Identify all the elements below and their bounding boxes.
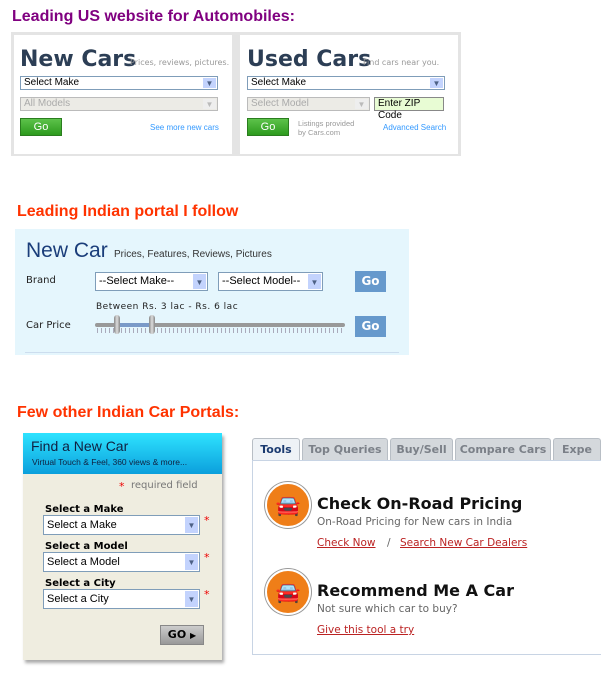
us-heading: Leading US website for Automobiles:: [12, 8, 295, 25]
select-make[interactable]: Select Make ▼: [247, 76, 445, 90]
model-label: Select a Model: [45, 541, 128, 552]
car-price-label: Car Price: [26, 320, 71, 331]
select-city[interactable]: Select a City ▼: [43, 589, 200, 609]
used-cars-panel: Used Cars Find cars near you. Select Mak…: [240, 35, 458, 154]
select-value: Select a Make: [47, 519, 117, 531]
select-value: --Select Make--: [99, 275, 175, 287]
listings-text: Listings provided by Cars.com: [298, 119, 355, 137]
search-dealers-link[interactable]: Search New Car Dealers: [400, 537, 527, 549]
new-car-title: New Car: [26, 239, 108, 262]
used-cars-title: Used Cars: [247, 47, 372, 72]
select-value: Select Make: [24, 77, 80, 88]
select-model[interactable]: All Models ▼: [20, 97, 218, 111]
chevron-down-icon: ▼: [185, 517, 198, 533]
go-button[interactable]: Go: [247, 118, 289, 136]
find-car-subtitle: Virtual Touch & Feel, 360 views & more..…: [32, 457, 188, 467]
see-more-link[interactable]: See more new cars: [150, 123, 219, 132]
tab-top-queries[interactable]: Top Queries: [302, 438, 388, 460]
try-tool-link[interactable]: Give this tool a try: [317, 624, 414, 636]
indian-heading: Leading Indian portal I follow: [17, 203, 239, 220]
tab-tools[interactable]: Tools: [252, 438, 300, 460]
item-desc: Not sure which car to buy?: [317, 603, 458, 615]
select-model[interactable]: --Select Model-- ▼: [218, 272, 323, 291]
city-label: Select a City: [45, 578, 116, 589]
select-value: Select a Model: [47, 556, 120, 568]
go-button[interactable]: GO ▶: [160, 625, 204, 645]
required-asterisk: *: [204, 588, 210, 601]
slider-min-thumb[interactable]: [114, 315, 120, 334]
brand-label: Brand: [26, 275, 56, 286]
tab-expert[interactable]: Expe: [553, 438, 601, 460]
price-range-text: Between Rs. 3 lac - Rs. 6 lac: [96, 302, 239, 312]
new-car-subtitle: Prices, Features, Reviews, Pictures: [114, 249, 272, 260]
select-value: Select Model: [251, 98, 309, 109]
make-label: Select a Make: [45, 504, 124, 515]
required-asterisk: *: [204, 551, 210, 564]
go-label: GO: [167, 628, 187, 641]
select-value: --Select Model--: [222, 275, 301, 287]
chevron-down-icon: ▼: [308, 274, 321, 289]
select-value: Select a City: [47, 593, 109, 605]
select-make[interactable]: Select a Make ▼: [43, 515, 200, 535]
zip-input[interactable]: Enter ZIP Code: [374, 97, 444, 121]
new-cars-title: New Cars: [20, 47, 137, 72]
slider-max-thumb[interactable]: [149, 315, 155, 334]
item-desc: On-Road Pricing for New cars in India: [317, 516, 513, 528]
select-make[interactable]: --Select Make-- ▼: [95, 272, 208, 291]
new-cars-panel: New Cars Prices, reviews, pictures. Sele…: [14, 35, 232, 154]
required-asterisk: *: [119, 480, 125, 493]
required-asterisk: *: [204, 514, 210, 527]
select-value: Select Make: [251, 77, 307, 88]
tab-buy-sell[interactable]: Buy/Sell: [390, 438, 453, 460]
check-now-link[interactable]: Check Now: [317, 537, 376, 549]
item-title: Recommend Me A Car: [317, 581, 514, 600]
advanced-search-link[interactable]: Advanced Search: [383, 123, 446, 132]
car-icon: 🚘: [265, 569, 311, 615]
select-make[interactable]: Select Make ▼: [20, 76, 218, 90]
used-cars-subtitle: Find cars near you.: [363, 58, 440, 67]
required-field-note: required field: [131, 480, 198, 491]
play-arrow-icon: ▶: [190, 631, 197, 640]
select-model[interactable]: Select a Model ▼: [43, 552, 200, 572]
new-cars-subtitle: Prices, reviews, pictures.: [130, 58, 230, 67]
chevron-down-icon: ▼: [203, 99, 216, 109]
chevron-down-icon: ▼: [193, 274, 206, 289]
price-slider-range: [117, 323, 153, 327]
go-button[interactable]: Go: [20, 118, 62, 136]
find-car-header: Find a New Car Virtual Touch & Feel, 360…: [23, 433, 222, 474]
select-model[interactable]: Select Model ▼: [247, 97, 370, 111]
tab-compare-cars[interactable]: Compare Cars: [455, 438, 551, 460]
chevron-down-icon: ▼: [355, 99, 368, 109]
link-separator: /: [387, 537, 391, 549]
divider: [25, 352, 399, 353]
indian-widget: New Car Prices, Features, Reviews, Pictu…: [15, 229, 409, 355]
car-icon: 🚘: [265, 482, 311, 528]
chevron-down-icon: ▼: [185, 591, 198, 607]
chevron-down-icon: ▼: [203, 78, 216, 88]
item-title: Check On-Road Pricing: [317, 494, 523, 513]
others-heading: Few other Indian Car Portals:: [17, 404, 240, 421]
chevron-down-icon: ▼: [185, 554, 198, 570]
find-car-title: Find a New Car: [31, 438, 129, 454]
price-go-button[interactable]: Go: [355, 316, 386, 337]
select-value: All Models: [24, 98, 71, 109]
brand-go-button[interactable]: Go: [355, 271, 386, 292]
chevron-down-icon: ▼: [430, 78, 443, 88]
slider-ticks: [97, 328, 343, 333]
